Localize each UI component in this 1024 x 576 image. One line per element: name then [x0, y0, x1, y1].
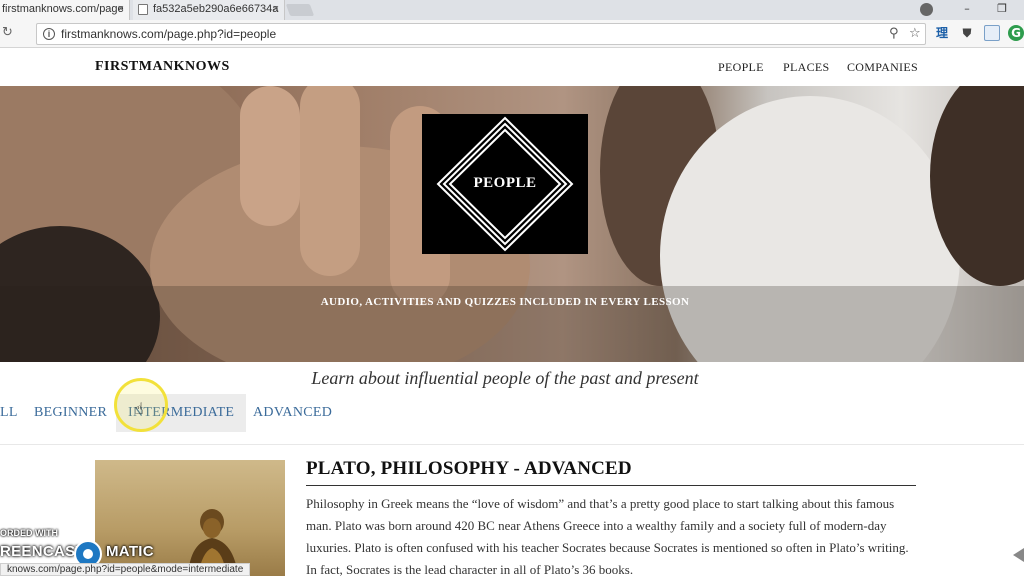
hero-background-shape [300, 86, 360, 276]
minimize-button[interactable]: – [950, 0, 984, 20]
url-text[interactable]: firstmanknows.com/page.php?id=people [61, 27, 276, 41]
nav-places[interactable]: PLACES [783, 60, 829, 75]
watermark-brand-left: REENCAST [0, 543, 85, 560]
tab-advanced[interactable]: ADVANCED [253, 394, 332, 432]
browser-tab-second[interactable]: fa532a5eb290a6e66734a × [133, 0, 285, 20]
hero-tagline: AUDIO, ACTIVITIES AND QUIZZES INCLUDED I… [320, 296, 690, 308]
article-body: Philosophy in Greek means the “love of w… [306, 496, 909, 576]
tab-all[interactable]: LL [0, 394, 18, 432]
shield-extension-icon[interactable]: ⛊ [959, 25, 975, 41]
address-bar[interactable]: i firstmanknows.com/page.php?id=people ⚲… [36, 23, 926, 45]
article-title[interactable]: PLATO, PHILOSOPHY - ADVANCED [306, 458, 632, 480]
grammarly-extension-icon[interactable]: G [1008, 25, 1024, 41]
bookmark-star-icon[interactable]: ☆ [909, 26, 921, 41]
search-icon[interactable]: ⚲ [889, 26, 899, 41]
profile-icon[interactable] [920, 3, 933, 16]
hero-banner: PEOPLE AUDIO, ACTIVITIES AND QUIZZES INC… [0, 86, 1024, 362]
tab-title: fa532a5eb290a6e66734a [153, 3, 279, 15]
link-status-bar: knows.com/page.php?id=people&mode=interm… [0, 563, 251, 576]
hero-title: PEOPLE [473, 175, 537, 191]
browser-tab-active[interactable]: firstmanknows.com/page × [0, 0, 130, 20]
extension-icon[interactable] [984, 25, 1000, 41]
scroll-arrow-icon[interactable] [1013, 548, 1024, 562]
page-icon [138, 4, 148, 15]
info-icon[interactable]: i [43, 28, 55, 40]
browser-toolbar: ↻ i firstmanknows.com/page.php?id=people… [0, 20, 1024, 48]
tab-beginner[interactable]: BEGINNER [34, 394, 107, 432]
new-tab-button[interactable] [285, 4, 315, 16]
watermark-brand-right: MATIC [106, 543, 154, 560]
section-divider [0, 444, 1024, 445]
hand-cursor-icon: ☝ [134, 399, 144, 418]
tab-title: firstmanknows.com/page [2, 3, 124, 15]
recording-watermark: ORDED WITH REENCAST MATIC [0, 528, 170, 568]
translate-extension-icon[interactable]: 理 [934, 25, 950, 41]
hero-title-badge: PEOPLE [422, 114, 588, 254]
site-logo[interactable]: FIRSTMANKNOWS [95, 59, 230, 75]
browser-tab-bar: firstmanknows.com/page × fa532a5eb290a6e… [0, 0, 1024, 20]
nav-companies[interactable]: COMPANIES [847, 60, 918, 75]
close-tab-icon[interactable]: × [273, 0, 279, 18]
nav-people[interactable]: PEOPLE [718, 60, 764, 75]
watermark-caption: ORDED WITH [0, 528, 58, 538]
hero-background-shape [240, 86, 300, 226]
close-tab-icon[interactable]: × [118, 0, 124, 18]
title-underline [306, 485, 916, 486]
reload-icon[interactable]: ↻ [2, 25, 13, 40]
maximize-button[interactable]: ❐ [985, 0, 1019, 20]
site-header: FIRSTMANKNOWS PEOPLE PLACES COMPANIES [0, 48, 1024, 86]
